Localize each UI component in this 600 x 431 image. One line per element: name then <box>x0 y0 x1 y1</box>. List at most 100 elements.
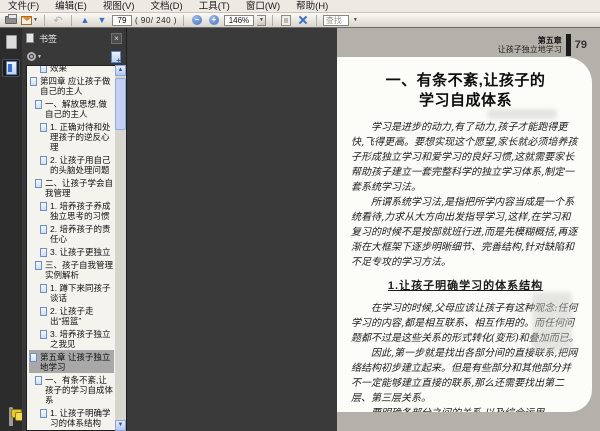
bookmark-item[interactable]: 1. 让孩子明确学习的体系结构 <box>29 406 114 429</box>
previous-page-button[interactable]: ▲ <box>78 14 92 27</box>
bookmark-label: 三、孩子自我管理实例解析 <box>45 259 114 280</box>
bookmark-label: 一、有条不紊,让孩子的学习自成体系 <box>45 374 114 405</box>
arrow-up-icon: ▲ <box>80 15 90 25</box>
bookmark-label: 3. 培养孩子独立之我见 <box>50 328 111 349</box>
email-button[interactable]: ▼ <box>21 14 38 27</box>
document-area[interactable]: 第五章 让孩子独立地学习 79 一、有条不紊,让孩子的 学习自成体系 学习是进步… <box>128 28 600 431</box>
text-block: 所谓系统学习法,是指把所学内容当成是一个系统看待,力求从大方向出发指导学习,这样… <box>351 197 578 268</box>
bookmark-page-icon <box>35 99 42 109</box>
bookmark-item[interactable]: 3. 培养孩子独立之我见 <box>29 327 114 350</box>
bookmark-label: 效果 <box>50 65 68 73</box>
text-block: 要明确各部分之间的关系,以及综合运用。 <box>351 406 580 412</box>
pages-icon <box>5 35 17 49</box>
page-number: 79 <box>574 39 587 51</box>
bookmark-label: 第五章 让孩子独立地学习 <box>40 351 111 372</box>
text-block: 学习是进步的动力,有了动力,孩子才能跑得更快,飞得更高。要想实现这个愿望,家长就… <box>351 122 578 193</box>
pdf-reader-window: 文件(F) 编辑(E) 视图(V) 文档(D) 工具(T) 窗口(W) 帮助(H… <box>0 0 600 431</box>
zoom-dropdown-button[interactable]: ▼ <box>256 14 266 26</box>
bookmark-item[interactable]: 效果 <box>29 65 114 74</box>
next-page-button[interactable]: ▼ <box>95 14 109 27</box>
toolbar-separator <box>43 14 45 26</box>
book-page: 第五章 让孩子独立地学习 79 一、有条不紊,让孩子的 学习自成体系 学习是进步… <box>337 28 600 431</box>
pages-panel-button[interactable] <box>2 33 20 51</box>
bookmark-page-icon <box>40 306 47 316</box>
scroll-down-button[interactable]: ▼ <box>115 420 126 431</box>
options-gear-icon[interactable] <box>27 52 36 61</box>
bookmarks-panel-button[interactable] <box>2 59 20 77</box>
arrow-down-icon: ▼ <box>97 15 107 25</box>
bookmark-item[interactable]: 1. 培养孩子养成独立思考的习惯 <box>29 199 114 222</box>
article-body: 学习是进步的动力,有了动力,孩子才能跑得更快,飞得更高。要想实现这个愿望,家长就… <box>351 120 580 412</box>
zoom-in-button[interactable]: + <box>207 14 221 27</box>
bookmark-page-icon <box>40 247 47 257</box>
bookmark-tab-icon <box>26 33 34 43</box>
undo-button: ↶ <box>51 14 65 27</box>
fit-width-icon <box>298 15 308 25</box>
bookmark-item[interactable]: 2. 培养孩子的责任心 <box>29 222 114 245</box>
bookmark-page-icon <box>35 375 42 385</box>
article-title-line2: 学习自成体系 <box>418 92 512 109</box>
bookmark-page-icon <box>40 66 47 73</box>
nav-icon-strip <box>0 28 22 431</box>
print-button[interactable] <box>4 14 18 27</box>
bookmark-label: 2. 培养孩子的责任心 <box>50 223 111 244</box>
bookmark-item[interactable]: 1. 正确对待和处理孩子的逆反心理 <box>29 120 114 153</box>
menu-item[interactable]: 工具(T) <box>191 0 238 13</box>
toolbar: ▼ ↶ ▲ ▼ ( 90/ 240 ) − + 146% ▼ ▼ <box>0 13 600 28</box>
zoom-level-value[interactable]: 146% <box>223 14 254 26</box>
menu-item[interactable]: 编辑(E) <box>47 0 95 13</box>
bookmark-label: 2. 让孩子走出“摇篮” <box>50 305 94 326</box>
bookmark-page-icon <box>30 352 37 362</box>
bookmark-label: 1. 正确对待和处理孩子的逆反心理 <box>50 121 111 152</box>
bookmark-label: 1. 培养孩子养成独立思考的习惯 <box>50 200 111 221</box>
bookmark-item[interactable]: 3. 让孩子更独立 <box>29 245 114 258</box>
menu-item[interactable]: 文档(D) <box>142 0 190 13</box>
chapter-label: 第五章 <box>537 36 562 45</box>
bookmark-label: 3. 让孩子更独立 <box>50 246 111 257</box>
bookmark-page-icon <box>40 408 47 418</box>
bookmark-item[interactable]: 2. 让孩子用自己的头脑处理问题 <box>29 153 114 176</box>
toolbar-separator <box>182 14 184 26</box>
menu-item[interactable]: 帮助(H) <box>288 0 336 13</box>
menu-item[interactable]: 文件(F) <box>0 0 47 13</box>
chevron-down-icon: ▼ <box>33 17 38 23</box>
find-input[interactable] <box>322 14 349 26</box>
bookmark-label: 2. 让孩子用自己的头脑处理问题 <box>50 154 111 175</box>
menu-item[interactable]: 视图(V) <box>95 0 143 13</box>
bookmark-label: 1. 蹲下来同孩子谈话 <box>50 282 111 303</box>
main-area: 书签 × ▼ 效果 第四章 应让孩子做自己的主人 <box>0 28 600 431</box>
expand-current-bookmark-icon[interactable] <box>111 50 121 65</box>
close-panel-button[interactable]: × <box>111 32 122 44</box>
bookmark-page-icon <box>35 178 42 188</box>
bookmark-item[interactable]: 第四章 应让孩子做自己的主人 <box>29 74 114 97</box>
chevron-down-icon: ▼ <box>352 17 358 23</box>
chevron-down-icon[interactable]: ▼ <box>37 54 42 60</box>
bookmark-item[interactable]: 三、孩子自我管理实例解析 <box>29 258 114 281</box>
scrollbar-thumb[interactable] <box>115 78 126 130</box>
bookmark-page-icon <box>40 329 47 339</box>
bookmark-item[interactable]: 一、解放思想,做自己的主人 <box>29 97 114 120</box>
bookmark-item[interactable]: 1. 蹲下来同孩子谈话 <box>29 281 114 304</box>
section-label: 让孩子独立地学习 <box>497 45 562 54</box>
menu-item[interactable]: 窗口(W) <box>238 0 288 13</box>
zoom-out-icon: − <box>191 15 202 25</box>
bookmark-label: 第四章 应让孩子做自己的主人 <box>40 75 111 96</box>
article-title-line1: 一、有条不紊,让孩子的 <box>385 72 546 89</box>
bookmark-scrollbar[interactable]: ▲ ▼ <box>115 65 126 431</box>
bleed-through-artifact <box>487 109 557 119</box>
page-header-text: 第五章 让孩子独立地学习 <box>498 36 562 54</box>
header-bar <box>565 34 571 56</box>
scroll-up-button[interactable]: ▲ <box>115 65 126 76</box>
page-header: 第五章 让孩子独立地学习 79 <box>498 34 587 56</box>
page-number-input[interactable] <box>111 14 132 26</box>
fit-width-button[interactable] <box>296 14 310 27</box>
article-title: 一、有条不紊,让孩子的 学习自成体系 <box>351 71 580 111</box>
bookmark-item[interactable]: 2. 让孩子走出“摇篮” <box>29 304 114 327</box>
page-count-label: ( 90/ 240 ) <box>134 15 177 25</box>
bookmark-item[interactable]: 二、让孩子学会自我管理 <box>29 176 114 199</box>
menu-bar: 文件(F) 编辑(E) 视图(V) 文档(D) 工具(T) 窗口(W) 帮助(H… <box>0 0 600 13</box>
actual-size-button[interactable] <box>279 14 293 27</box>
zoom-out-button[interactable]: − <box>190 14 204 27</box>
bookmark-item[interactable]: 一、有条不紊,让孩子的学习自成体系 <box>29 373 114 406</box>
bookmark-item[interactable]: 第五章 让孩子独立地学习 <box>29 350 114 373</box>
